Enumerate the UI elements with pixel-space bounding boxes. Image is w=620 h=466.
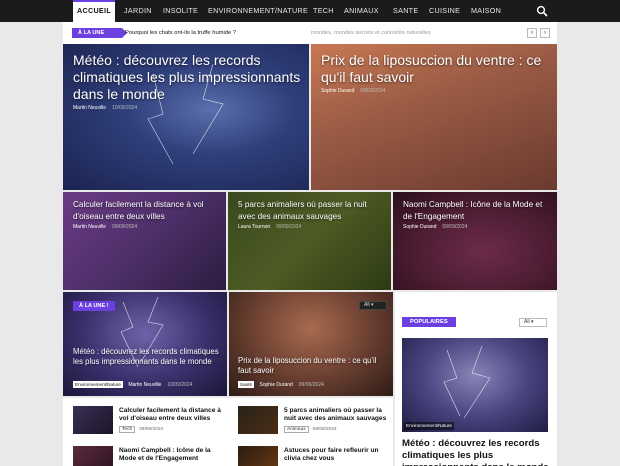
- featured-box-1[interactable]: À LA UNE ! Météo : découvrez les records…: [63, 292, 227, 396]
- featured-box-2[interactable]: All ▾ Prix de la liposuccion du ventre :…: [229, 292, 393, 396]
- hero-tile-1[interactable]: Météo : découvrez les records climatique…: [63, 44, 309, 190]
- hero-tile-2-title[interactable]: Prix de la liposuccion du ventre : ce qu…: [321, 52, 551, 86]
- ticker-prev-button[interactable]: ‹: [527, 28, 537, 38]
- nav-item-sante[interactable]: SANTE: [393, 0, 418, 22]
- list-thumb: [238, 446, 278, 466]
- hero-tile-3-title[interactable]: Calculer facilement la distance à vol d'…: [73, 199, 218, 222]
- hero-tile-5-title[interactable]: Naomi Campbell : Icône de la Mode et de …: [403, 199, 548, 222]
- ticker-ghost-text: mondes, mondes secrets et curiosités nat…: [311, 30, 431, 36]
- hero-tile-4-meta: Laura Tournon 09/09/2024: [238, 224, 302, 230]
- hero-tile-4[interactable]: 5 parcs animaliers où passer la nuit ave…: [228, 192, 391, 290]
- list-item[interactable]: Calculer facilement la distance à vol d'…: [63, 398, 223, 434]
- nav-item-cuisine[interactable]: CUISINE: [429, 0, 460, 22]
- list-item-title[interactable]: Naomi Campbell : Icône de la Mode et de …: [119, 447, 229, 463]
- ticker-next-button[interactable]: ›: [540, 28, 550, 38]
- hero-tile-3-meta: Martin Neuville 09/09/2024: [73, 224, 138, 230]
- popular-title[interactable]: Météo : découvrez les records climatique…: [402, 438, 552, 466]
- featured-box-2-meta: Santé Sophie Durand 09/09/2024: [238, 381, 324, 388]
- list-item[interactable]: 5 parcs animaliers où passer la nuit ave…: [228, 398, 388, 434]
- search-icon[interactable]: [536, 5, 548, 17]
- popular-filter-select[interactable]: All ▾: [519, 318, 547, 327]
- list-item-title[interactable]: Astuces pour faire refleurir un clivia c…: [284, 447, 394, 463]
- list-item-meta: Tech 09/09/2024: [119, 426, 163, 433]
- hero-tile-5[interactable]: Naomi Campbell : Icône de la Mode et de …: [393, 192, 557, 290]
- popular-image[interactable]: Environnement/Nature: [402, 338, 548, 432]
- featured-box-2-title[interactable]: Prix de la liposuccion du ventre : ce qu…: [238, 356, 388, 376]
- hero-tile-1-meta: Martin Neuville 10/09/2024: [73, 105, 138, 111]
- top-navigation: ACCUEIL JARDIN INSOLITE ENVIRONNEMENT/NA…: [0, 0, 620, 22]
- nav-item-insolite[interactable]: INSOLITE: [163, 0, 198, 22]
- nav-item-environnement-nature[interactable]: ENVIRONNEMENT/NATURE: [208, 0, 308, 22]
- hero-tile-1-title[interactable]: Météo : découvrez les records climatique…: [73, 52, 303, 103]
- nav-item-accueil[interactable]: ACCUEIL: [73, 0, 115, 22]
- list-item[interactable]: Naomi Campbell : Icône de la Mode et de …: [63, 438, 223, 466]
- hero-tile-3[interactable]: Calculer facilement la distance à vol d'…: [63, 192, 226, 290]
- nav-item-jardin[interactable]: JARDIN: [124, 0, 152, 22]
- list-item-meta: Animaux 09/09/2024: [284, 426, 337, 433]
- featured-box-1-title[interactable]: Météo : découvrez les records climatique…: [73, 347, 223, 367]
- nav-item-animaux[interactable]: ANIMAUX: [344, 0, 379, 22]
- category-tag[interactable]: Santé: [238, 381, 255, 388]
- list-item-title[interactable]: 5 parcs animaliers où passer la nuit ave…: [284, 407, 394, 423]
- list-thumb: [73, 406, 113, 434]
- list-thumb: [73, 446, 113, 466]
- article-list: Calculer facilement la distance à vol d'…: [63, 398, 393, 466]
- news-ticker: À LA UNE Pourquoi les chats ont-ils la t…: [63, 22, 557, 44]
- ticker-headline[interactable]: Pourquoi les chats ont-ils la truffe hum…: [125, 28, 236, 38]
- list-item[interactable]: Astuces pour faire refleurir un clivia c…: [228, 438, 388, 466]
- popular-image-category: Environnement/Nature: [404, 422, 454, 430]
- featured-box-1-meta: Environnement/Nature Martin Neuville 10/0…: [73, 381, 193, 388]
- a-la-une-badge: À LA UNE !: [73, 301, 115, 311]
- nav-item-maison[interactable]: MAISON: [471, 0, 501, 22]
- hero-tile-4-title[interactable]: 5 parcs animaliers où passer la nuit ave…: [238, 199, 383, 222]
- hero-tile-5-meta: Sophie Durand 09/09/2024: [403, 224, 468, 230]
- nav-item-tech[interactable]: TECH: [313, 0, 334, 22]
- popular-badge: POPULAIRES: [402, 317, 456, 327]
- storm-image: [443, 345, 491, 419]
- list-thumb: [238, 406, 278, 434]
- page: ACCUEIL JARDIN INSOLITE ENVIRONNEMENT/NA…: [0, 0, 620, 466]
- ticker-badge: À LA UNE: [72, 28, 127, 38]
- hero-tile-2-meta: Sophie Durand 09/09/2024: [321, 88, 386, 94]
- list-item-title[interactable]: Calculer facilement la distance à vol d'…: [119, 407, 229, 423]
- popular-sidebar: POPULAIRES All ▾ Environnement/Nature Mé…: [395, 292, 557, 466]
- featured-filter-select[interactable]: All ▾: [359, 301, 387, 310]
- category-tag[interactable]: Environnement/Nature: [73, 381, 123, 388]
- hero-tile-2[interactable]: Prix de la liposuccion du ventre : ce qu…: [311, 44, 557, 190]
